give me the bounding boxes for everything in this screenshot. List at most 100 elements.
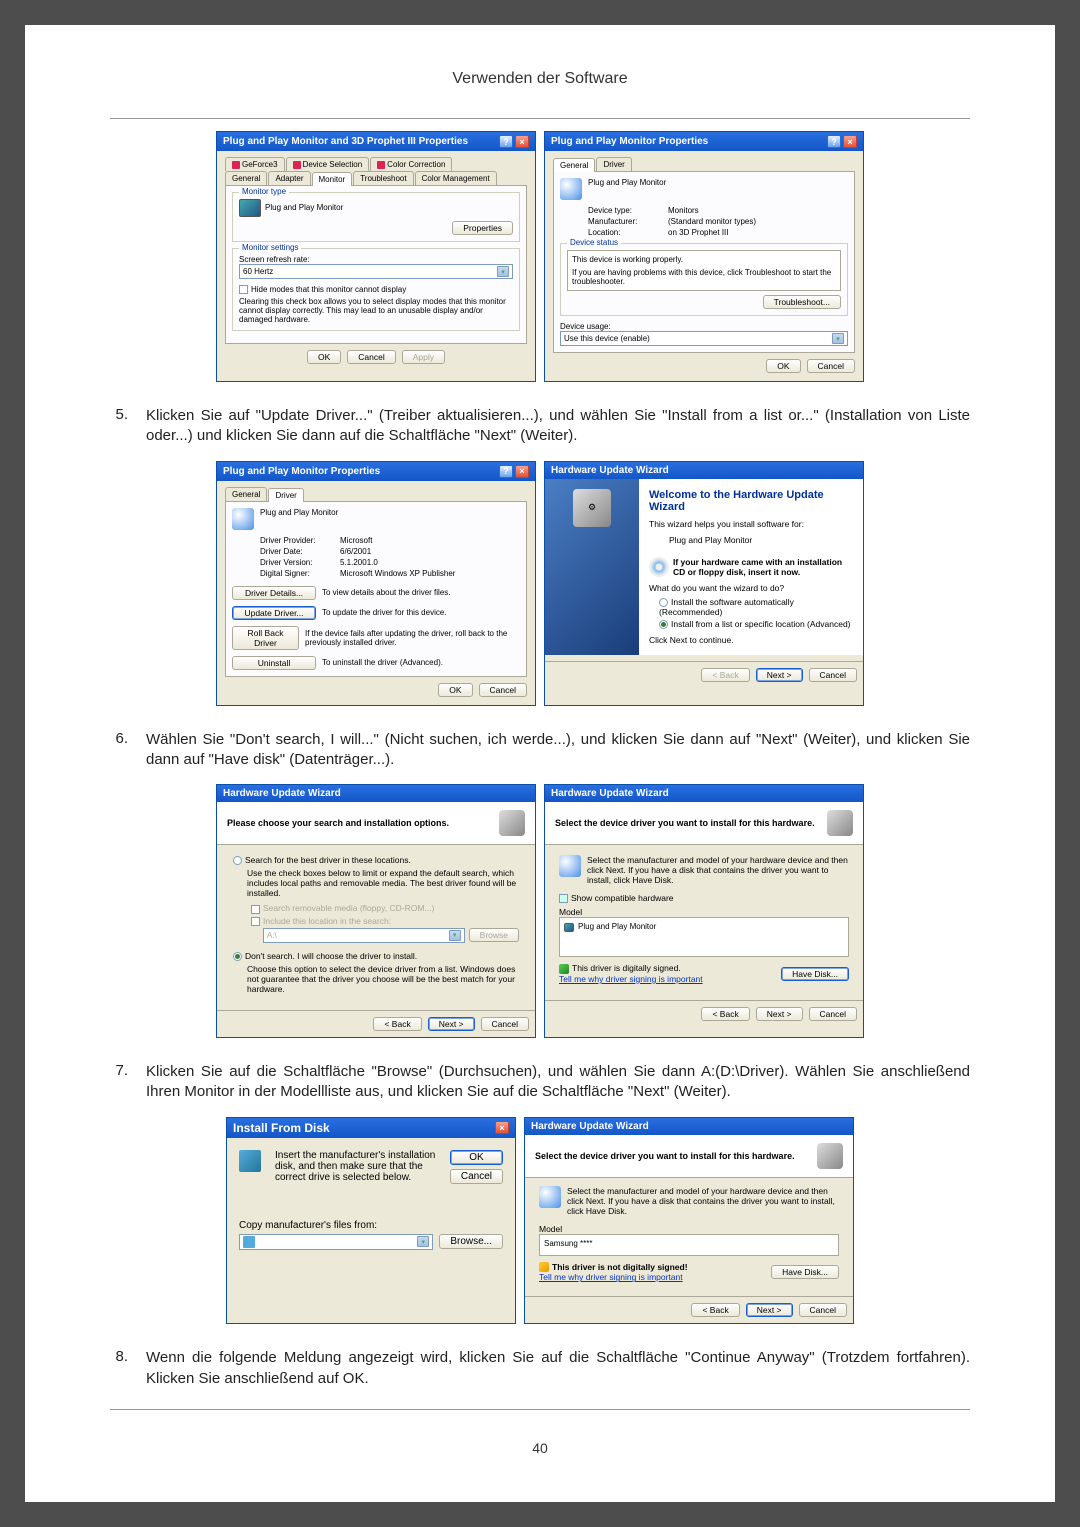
tab-driver[interactable]: Driver [596, 157, 631, 171]
apply-button: Apply [402, 350, 445, 364]
browse-button[interactable]: Browse... [439, 1234, 503, 1249]
help-icon[interactable]: ? [499, 465, 513, 478]
tab-troubleshoot[interactable]: Troubleshoot [353, 171, 413, 185]
help-icon[interactable]: ? [499, 135, 513, 148]
ok-button[interactable]: OK [307, 350, 341, 364]
page-title: Verwenden der Software [110, 70, 970, 88]
step-8: 8. Wenn die folgende Meldung angezeigt w… [110, 1348, 970, 1389]
cancel-button[interactable]: Cancel [481, 1017, 529, 1031]
rollback-driver-button[interactable]: Roll Back Driver [232, 626, 299, 650]
back-button[interactable]: < Back [373, 1017, 421, 1031]
document-page: Verwenden der Software Plug and Play Mon… [25, 25, 1055, 1502]
cancel-button[interactable]: Cancel [807, 359, 855, 373]
browse-button: Browse [469, 928, 519, 942]
wizard-icon: ⚙ [573, 489, 611, 527]
next-button[interactable]: Next > [756, 1007, 803, 1021]
screenshot-row-2: Plug and Play Monitor Properties ?× Gene… [110, 461, 970, 706]
ok-button[interactable]: OK [766, 359, 800, 373]
tab-monitor[interactable]: Monitor [312, 172, 353, 186]
tab-driver[interactable]: Driver [268, 488, 303, 502]
uninstall-button[interactable]: Uninstall [232, 656, 316, 670]
wizard-icon [827, 810, 853, 836]
hide-modes-label: Hide modes that this monitor cannot disp… [251, 285, 406, 294]
monitor-name: Plug and Play Monitor [265, 203, 343, 212]
cancel-button[interactable]: Cancel [809, 668, 857, 682]
refresh-select[interactable]: 60 Hertz ▾ [239, 264, 513, 279]
tab-row-2: General Adapter Monitor Troubleshoot Col… [225, 171, 527, 185]
close-icon[interactable]: × [843, 135, 857, 148]
ok-button[interactable]: OK [450, 1150, 503, 1165]
chk-include-location [251, 917, 260, 926]
driver-details-button[interactable]: Driver Details... [232, 586, 316, 600]
cancel-button[interactable]: Cancel [450, 1169, 503, 1184]
dialog-wizard-search-options: Hardware Update Wizard Please choose you… [216, 784, 536, 1038]
info-icon [560, 178, 582, 200]
show-compatible-checkbox[interactable] [559, 894, 568, 903]
help-icon[interactable]: ? [827, 135, 841, 148]
chevron-down-icon: ▾ [417, 1236, 429, 1247]
tab-device-selection[interactable]: Device Selection [286, 157, 370, 171]
drive-icon [243, 1236, 255, 1248]
chevron-down-icon: ▾ [832, 333, 844, 344]
screenshot-row-4: Install From Disk× Insert the manufactur… [110, 1117, 970, 1325]
model-list[interactable]: Plug and Play Monitor [559, 917, 849, 957]
close-icon[interactable]: × [515, 465, 529, 478]
close-icon[interactable]: × [515, 135, 529, 148]
back-button[interactable]: < Back [701, 1007, 749, 1021]
tab-general[interactable]: General [553, 158, 595, 172]
why-signing-link[interactable]: Tell me why driver signing is important [559, 974, 703, 984]
dialog-wizard-select-driver-2: Hardware Update Wizard Select the device… [524, 1117, 854, 1325]
tab-color-management[interactable]: Color Management [415, 171, 497, 185]
have-disk-button[interactable]: Have Disk... [771, 1265, 839, 1279]
next-button[interactable]: Next > [746, 1303, 793, 1317]
tab-geforce[interactable]: GeForce3 [225, 157, 285, 171]
have-disk-button[interactable]: Have Disk... [781, 967, 849, 981]
copy-from-label: Copy manufacturer's files from: [239, 1220, 503, 1231]
tab-adapter[interactable]: Adapter [268, 171, 310, 185]
model-list[interactable]: Samsung **** [539, 1234, 839, 1256]
back-button: < Back [701, 668, 749, 682]
cancel-button[interactable]: Cancel [799, 1303, 847, 1317]
next-button[interactable]: Next > [756, 668, 803, 682]
monitor-icon [239, 199, 261, 217]
cancel-button[interactable]: Cancel [809, 1007, 857, 1021]
wizard-sidebar: ⚙ [545, 479, 639, 656]
dialog-wizard-select-driver: Hardware Update Wizard Select the device… [544, 784, 864, 1038]
cancel-button[interactable]: Cancel [347, 350, 395, 364]
why-signing-link[interactable]: Tell me why driver signing is important [539, 1272, 688, 1282]
step-7: 7. Klicken Sie auf die Schaltfläche "Bro… [110, 1062, 970, 1103]
color-corr-icon [377, 161, 385, 169]
path-select: A:\▾ [263, 928, 465, 943]
device-name: Plug and Play Monitor [588, 178, 666, 187]
device-sel-icon [293, 161, 301, 169]
monitor-settings-legend: Monitor settings [239, 243, 301, 252]
tab-general[interactable]: General [225, 487, 267, 501]
device-usage-select[interactable]: Use this device (enable)▾ [560, 331, 848, 346]
back-button[interactable]: < Back [691, 1303, 739, 1317]
hide-modes-checkbox[interactable] [239, 285, 248, 294]
wizard-icon [499, 810, 525, 836]
screenshot-row-3: Hardware Update Wizard Please choose you… [110, 784, 970, 1038]
radio-dont-search[interactable] [233, 952, 242, 961]
close-icon[interactable]: × [495, 1121, 509, 1134]
radio-search-best[interactable] [233, 856, 242, 865]
divider [110, 118, 970, 119]
info-icon [232, 508, 254, 530]
floppy-icon [239, 1150, 261, 1172]
step-5: 5. Klicken Sie auf "Update Driver..." (T… [110, 406, 970, 447]
tab-general[interactable]: General [225, 171, 267, 185]
warning-icon [539, 1262, 549, 1272]
radio-auto[interactable] [659, 598, 668, 607]
cancel-button[interactable]: Cancel [479, 683, 527, 697]
radio-list[interactable] [659, 620, 668, 629]
device-status-legend: Device status [567, 238, 621, 247]
path-select[interactable]: ▾ [239, 1234, 433, 1250]
next-button[interactable]: Next > [428, 1017, 475, 1031]
troubleshoot-button[interactable]: Troubleshoot... [763, 295, 841, 309]
tab-color-correction[interactable]: Color Correction [370, 157, 452, 171]
ok-button[interactable]: OK [438, 683, 472, 697]
step-number: 5. [110, 406, 146, 447]
wizard-heading: Welcome to the Hardware Update Wizard [649, 489, 853, 513]
properties-button[interactable]: Properties [452, 221, 513, 235]
update-driver-button[interactable]: Update Driver... [232, 606, 316, 620]
